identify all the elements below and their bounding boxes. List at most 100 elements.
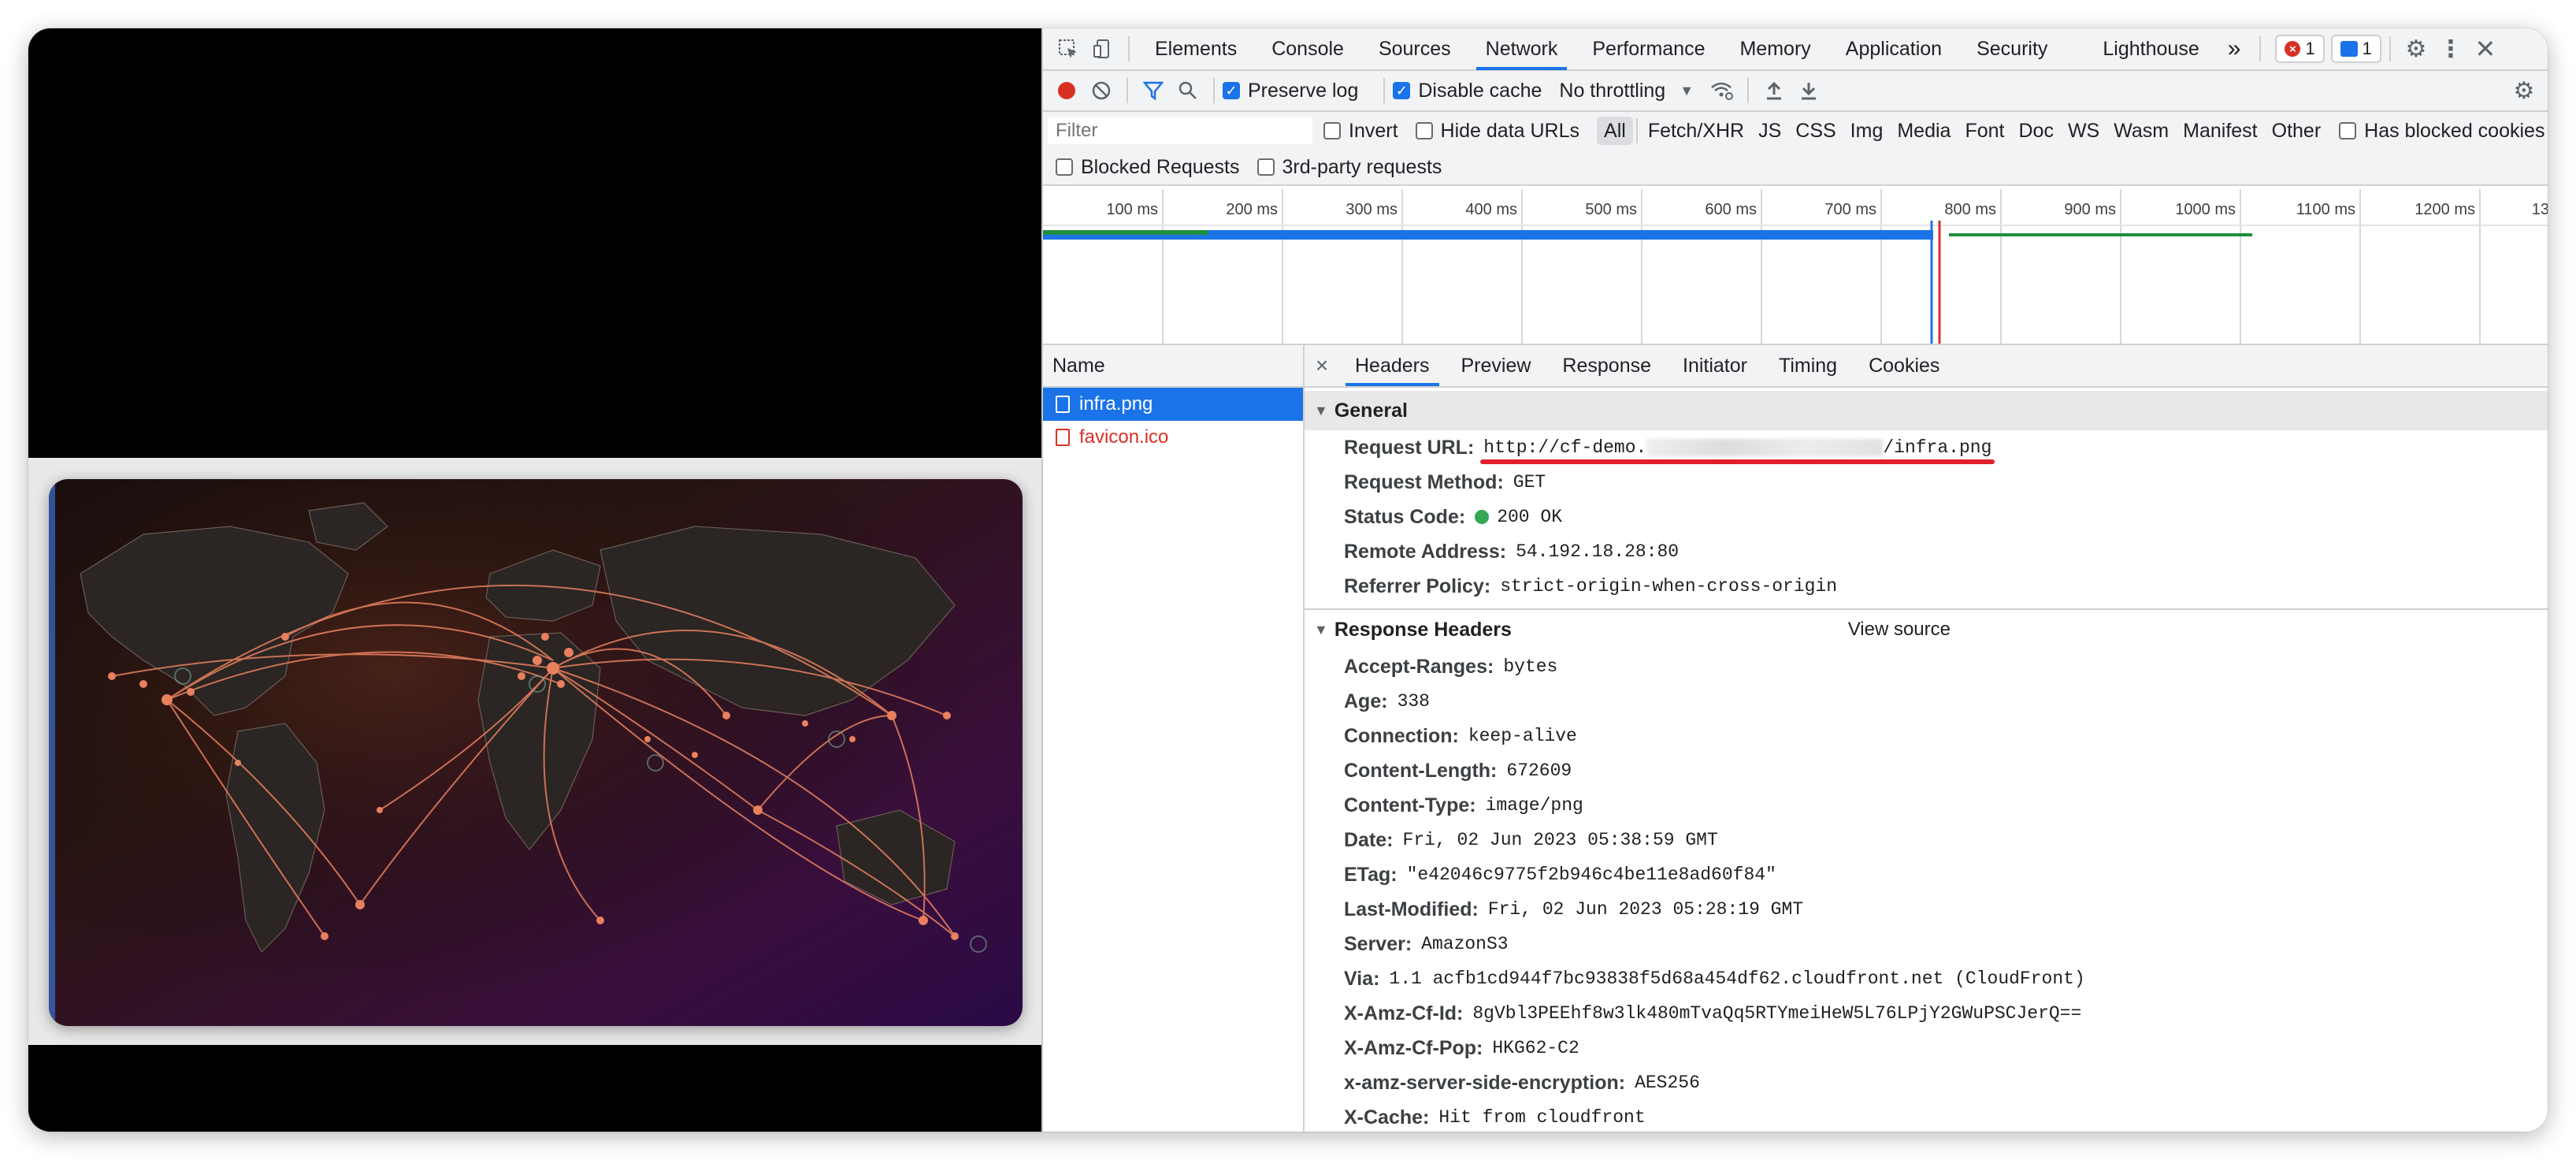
header-key: Remote Address: xyxy=(1344,540,1507,563)
view-source-link[interactable]: View source xyxy=(1848,619,1951,641)
network-settings-gear-icon[interactable]: ⚙ xyxy=(2507,73,2541,108)
close-devtools-icon[interactable]: ✕ xyxy=(2468,32,2503,66)
tab-sources[interactable]: Sources xyxy=(1361,28,1468,70)
collapse-triangle-icon: ▼ xyxy=(1314,402,1328,418)
header-key: Age: xyxy=(1344,690,1388,712)
import-har-icon[interactable] xyxy=(1757,73,1791,108)
checkbox-unchecked[interactable] xyxy=(1256,158,1275,176)
header-value: 1.1 acfb1cd944f7bc93838f5d68a454df62.clo… xyxy=(1389,969,2085,989)
third-party-requests-checkbox[interactable]: 3rd-party requests xyxy=(1256,156,1442,179)
tab-network[interactable]: Network xyxy=(1468,28,1576,70)
message-count: 1 xyxy=(2362,39,2372,58)
response-header-row: ETag: "e42046c9775f2b946c4be11e8ad60f84" xyxy=(1305,857,2548,892)
header-key: Status Code: xyxy=(1344,505,1466,528)
error-count-badge[interactable]: × 1 xyxy=(2275,35,2325,63)
response-headers-section-header[interactable]: ▼ Response Headers View source xyxy=(1305,610,2548,649)
remote-address-row: Remote Address: 54.192.18.28:80 xyxy=(1305,534,2548,569)
toolbar-divider xyxy=(1635,118,1638,143)
tab-response[interactable]: Response xyxy=(1546,345,1667,386)
header-value: "e42046c9775f2b946c4be11e8ad60f84" xyxy=(1406,864,1776,885)
search-icon[interactable] xyxy=(1171,73,1205,108)
checkbox-unchecked[interactable] xyxy=(2339,122,2357,139)
more-tabs-button[interactable]: » xyxy=(2217,28,2252,70)
filter-type-wasm[interactable]: Wasm xyxy=(2106,117,2176,145)
tab-memory[interactable]: Memory xyxy=(1722,28,1828,70)
general-section-header[interactable]: ▼ General xyxy=(1305,391,2548,430)
response-header-row: Age: 338 xyxy=(1305,684,2548,719)
header-value: GET xyxy=(1513,472,1546,493)
header-key: Date: xyxy=(1344,828,1394,851)
more-options-icon[interactable]: ⋮ xyxy=(2433,32,2468,66)
response-header-row: Content-Length: 672609 xyxy=(1305,753,2548,788)
export-har-icon[interactable] xyxy=(1791,73,1826,108)
network-filter-bar-secondary: Blocked Requests 3rd-party requests xyxy=(1043,150,2548,186)
tab-preview[interactable]: Preview xyxy=(1446,345,1547,386)
header-value: 672609 xyxy=(1506,760,1572,781)
header-key: X-Amz-Cf-Pop: xyxy=(1344,1036,1483,1059)
request-method-row: Request Method: GET xyxy=(1305,465,2548,500)
tab-timing[interactable]: Timing xyxy=(1763,345,1853,386)
tab-application[interactable]: Application xyxy=(1828,28,1959,70)
checkbox-unchecked[interactable] xyxy=(1415,122,1433,139)
filter-type-fetch-xhr[interactable]: Fetch/XHR xyxy=(1641,117,1751,145)
disable-cache-checkbox[interactable]: ✓ Disable cache xyxy=(1393,80,1542,102)
blocked-requests-checkbox[interactable]: Blocked Requests xyxy=(1056,156,1240,179)
checkbox-checked[interactable]: ✓ xyxy=(1223,82,1240,99)
request-url-value[interactable]: http://cf-demo. /infra.png xyxy=(1480,437,1995,464)
invert-checkbox[interactable]: Invert xyxy=(1323,120,1398,143)
header-value: bytes xyxy=(1503,656,1558,677)
request-row-infra[interactable]: infra.png xyxy=(1043,388,1303,421)
tab-security[interactable]: Security xyxy=(1959,28,2065,70)
filter-type-js[interactable]: JS xyxy=(1751,117,1788,145)
header-key: Last-Modified: xyxy=(1344,898,1479,920)
filter-type-all[interactable]: All xyxy=(1597,117,1633,145)
response-header-row: Accept-Ranges: bytes xyxy=(1305,649,2548,684)
response-header-row: X-Amz-Cf-Id: 8gVbl3PEEhf8w3lk480mTvaQq5RT… xyxy=(1305,996,2548,1031)
header-key: ETag: xyxy=(1344,863,1397,886)
error-icon: × xyxy=(2285,41,2301,57)
column-header-name[interactable]: Name xyxy=(1043,345,1303,388)
clear-icon[interactable] xyxy=(1084,73,1119,108)
record-icon[interactable] xyxy=(1049,73,1084,108)
device-toolbar-icon[interactable] xyxy=(1086,32,1120,66)
throttling-select[interactable]: No throttling ▼ xyxy=(1559,80,1694,102)
settings-gear-icon[interactable]: ⚙ xyxy=(2399,32,2433,66)
request-row-favicon[interactable]: favicon.ico xyxy=(1043,421,1303,454)
filter-type-media[interactable]: Media xyxy=(1890,117,1958,145)
tab-cookies[interactable]: Cookies xyxy=(1853,345,1955,386)
tab-initiator[interactable]: Initiator xyxy=(1667,345,1763,386)
tab-console[interactable]: Console xyxy=(1254,28,1361,70)
tab-elements[interactable]: Elements xyxy=(1138,28,1254,70)
message-count-badge[interactable]: 1 xyxy=(2330,35,2381,63)
network-conditions-icon[interactable] xyxy=(1705,73,1739,108)
filter-type-doc[interactable]: Doc xyxy=(2011,117,2060,145)
preserve-log-checkbox[interactable]: ✓ Preserve log xyxy=(1223,80,1358,102)
hide-data-urls-checkbox[interactable]: Hide data URLs xyxy=(1415,120,1579,143)
filter-type-font[interactable]: Font xyxy=(1958,117,2011,145)
filter-type-other[interactable]: Other xyxy=(2265,117,2329,145)
tab-performance[interactable]: Performance xyxy=(1575,28,1722,70)
network-timeline-overview[interactable]: 100 ms 200 ms 300 ms 400 ms 500 ms 600 m… xyxy=(1043,189,2548,345)
filter-type-img[interactable]: Img xyxy=(1843,117,1891,145)
filter-type-manifest[interactable]: Manifest xyxy=(2176,117,2264,145)
status-ok-icon xyxy=(1475,510,1490,524)
status-code-row: Status Code: 200 OK xyxy=(1305,500,2548,534)
inspect-element-icon[interactable] xyxy=(1051,32,1086,66)
request-url-prefix: http://cf-demo. xyxy=(1483,437,1647,458)
checkbox-unchecked[interactable] xyxy=(1056,158,1073,176)
filter-type-css[interactable]: CSS xyxy=(1788,117,1843,145)
filter-type-ws[interactable]: WS xyxy=(2061,117,2106,145)
close-details-icon[interactable]: × xyxy=(1305,353,1339,378)
checkbox-unchecked[interactable] xyxy=(1323,122,1341,139)
checkbox-checked[interactable]: ✓ xyxy=(1393,82,1411,99)
referrer-policy-row: Referrer Policy: strict-origin-when-cros… xyxy=(1305,569,2548,604)
filter-funnel-icon[interactable] xyxy=(1136,73,1171,108)
response-header-row: Via: 1.1 acfb1cd944f7bc93838f5d68a454df62… xyxy=(1305,961,2548,996)
tab-lighthouse[interactable]: Lighthouse xyxy=(2065,28,2216,70)
has-blocked-cookies-checkbox[interactable]: Has blocked cookies xyxy=(2339,120,2544,143)
filter-input[interactable] xyxy=(1048,117,1312,144)
tab-headers[interactable]: Headers xyxy=(1339,345,1446,386)
page-black-area-top xyxy=(28,28,1041,458)
timeline-tick-label: 100 ms xyxy=(1106,201,1158,218)
has-blocked-cookies-label: Has blocked cookies xyxy=(2364,119,2545,142)
